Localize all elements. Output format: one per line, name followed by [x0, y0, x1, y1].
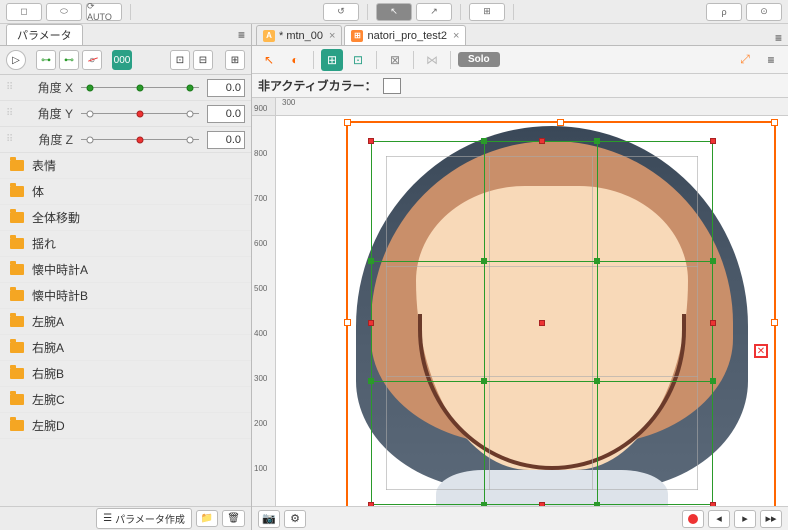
tab-menu-icon[interactable]: ≡ — [769, 31, 788, 45]
inactive-color-bar: 非アクティブカラー： — [252, 74, 788, 98]
toolbar-icon[interactable]: ⊟ — [193, 50, 213, 70]
folder-button[interactable]: 📁 — [196, 510, 218, 527]
param-slider[interactable] — [77, 80, 203, 96]
canvas-panel: A * mtn_00 × ⊞ natori_pro_test2 × ≡ ↖ ◐ … — [252, 24, 788, 530]
folder-icon — [10, 160, 24, 171]
folder-icon — [10, 420, 24, 431]
ruler-horizontal: 300 — [276, 98, 788, 116]
param-value-input[interactable]: 0.0 — [207, 131, 245, 149]
folder-item[interactable]: 懐中時計B — [0, 283, 251, 309]
play-icon[interactable]: ▸ — [734, 510, 756, 528]
solo-button[interactable]: Solo — [458, 52, 500, 67]
folder-item[interactable]: 全体移動 — [0, 205, 251, 231]
tab-bar: A * mtn_00 × ⊞ natori_pro_test2 × ≡ — [252, 24, 788, 46]
toolbar-button[interactable]: ρ — [706, 3, 742, 21]
record-button[interactable] — [682, 510, 704, 528]
grip-icon: ⠿ — [6, 108, 14, 119]
folder-icon — [10, 186, 24, 197]
menu-icon[interactable]: ≡ — [760, 49, 782, 71]
auto-button[interactable]: ⟳ AUTO — [86, 3, 122, 21]
create-parameter-button[interactable]: ☰ パラメータ作成 — [96, 508, 192, 529]
param-slider[interactable] — [77, 106, 203, 122]
toolbar-button[interactable]: ⬭ — [46, 3, 82, 21]
ruler-vertical: 900 800 700 600 500 400 300 200 100 0 — [252, 116, 276, 530]
close-icon[interactable]: × — [329, 30, 335, 42]
panel-menu-icon[interactable]: ≡ — [238, 28, 245, 42]
folder-item[interactable]: 右腕B — [0, 361, 251, 387]
delete-button[interactable]: 🗑 — [222, 510, 245, 527]
folder-icon — [10, 290, 24, 301]
folder-icon — [10, 316, 24, 327]
inactive-color-label: 非アクティブカラー： — [258, 77, 377, 94]
folder-icon — [10, 264, 24, 275]
param-value-input[interactable]: 0.0 — [207, 79, 245, 97]
canvas-bottom-bar: 📷 ⚙ ◂ ▸ ▸▸ — [252, 506, 788, 530]
folder-icon — [10, 238, 24, 249]
folder-icon — [10, 394, 24, 405]
toolbar-button[interactable]: ↺ — [323, 3, 359, 21]
key-remove-icon[interactable]: ○ — [82, 50, 102, 70]
delete-handle-icon[interactable]: ✕ — [754, 344, 768, 358]
prev-icon[interactable]: ◂ — [708, 510, 730, 528]
settings-icon[interactable]: ⚙ — [284, 510, 306, 528]
deformer-grid[interactable] — [371, 141, 713, 505]
canvas-area[interactable]: 300 900 800 700 600 500 400 300 200 100 … — [252, 98, 788, 530]
toolbar-icon[interactable]: ⊞ — [225, 50, 245, 70]
folder-item[interactable]: 揺れ — [0, 231, 251, 257]
panel-title[interactable]: パラメータ — [6, 24, 83, 45]
resize-icon[interactable]: ⤢ — [734, 49, 756, 71]
param-row-angle-x[interactable]: ⠿ 角度 X 0.0 — [0, 75, 251, 101]
file-type-icon: ⊞ — [351, 30, 363, 42]
folder-item[interactable]: 体 — [0, 179, 251, 205]
next-icon[interactable]: ▸▸ — [760, 510, 782, 528]
grid-tool-icon[interactable]: ⊞ — [321, 49, 343, 71]
deform-icon[interactable]: ⊠ — [384, 49, 406, 71]
folder-icon — [10, 212, 24, 223]
folder-item[interactable]: 左腕A — [0, 309, 251, 335]
folder-icon — [10, 342, 24, 353]
camera-icon[interactable]: 📷 — [258, 510, 280, 528]
canvas-toolbar: ↖ ◐ ⊞ ⊡ ⊠ ⋈ Solo ⤢ ≡ — [252, 46, 788, 74]
file-tab[interactable]: A * mtn_00 × — [256, 25, 342, 45]
toolbar-button[interactable]: ◻ — [6, 3, 42, 21]
parameter-panel: パラメータ ≡ ▷ ⊶ ⊷ ○ 000 ⊡ ⊟ ⊞ ⠿ 角度 X — [0, 24, 252, 530]
folder-list: 表情 体 全体移動 揺れ 懐中時計A 懐中時計B 左腕A 右腕A 右腕B 左腕C… — [0, 153, 251, 506]
folder-item[interactable]: 左腕D — [0, 413, 251, 439]
grip-icon: ⠿ — [6, 134, 14, 145]
parameter-footer: ☰ パラメータ作成 📁 🗑 — [0, 506, 251, 530]
param-slider[interactable] — [77, 132, 203, 148]
toolbar-button[interactable]: ⊙ — [746, 3, 782, 21]
viewport[interactable]: ✕ — [276, 116, 788, 530]
file-tab-active[interactable]: ⊞ natori_pro_test2 × — [344, 25, 466, 45]
app-toolbar: ◻ ⬭ ⟳ AUTO ↺ ↖ ↗ ⊞ ρ ⊙ — [0, 0, 788, 24]
file-type-icon: A — [263, 30, 275, 42]
grid-tool-icon[interactable]: ⊡ — [347, 49, 369, 71]
folder-item[interactable]: 懐中時計A — [0, 257, 251, 283]
play-button[interactable]: ▷ — [6, 50, 26, 70]
param-value-input[interactable]: 0.0 — [207, 105, 245, 123]
color-swatch[interactable] — [383, 78, 401, 94]
toolbar-icon[interactable]: ⊡ — [170, 50, 190, 70]
param-label: 角度 Y — [18, 105, 73, 122]
folder-item[interactable]: 左腕C — [0, 387, 251, 413]
cursor-tool-icon[interactable]: ↖ — [376, 3, 412, 21]
close-icon[interactable]: × — [453, 30, 459, 42]
param-row-angle-z[interactable]: ⠿ 角度 Z 0.0 — [0, 127, 251, 153]
toolbar-button[interactable]: ⊞ — [469, 3, 505, 21]
key-add-icon[interactable]: ⊷ — [59, 50, 79, 70]
toolbar-button[interactable]: ↗ — [416, 3, 452, 21]
key-add-icon[interactable]: ⊶ — [36, 50, 56, 70]
param-row-angle-y[interactable]: ⠿ 角度 Y 0.0 — [0, 101, 251, 127]
lasso-tool-icon[interactable]: ◐ — [284, 49, 306, 71]
toolbar-icon[interactable]: 000 — [112, 50, 132, 70]
arrow-tool-icon[interactable]: ↖ — [258, 49, 280, 71]
folder-item[interactable]: 表情 — [0, 153, 251, 179]
folder-icon — [10, 368, 24, 379]
folder-item[interactable]: 右腕A — [0, 335, 251, 361]
parameter-toolbar: ▷ ⊶ ⊷ ○ 000 ⊡ ⊟ ⊞ — [0, 46, 251, 75]
grip-icon: ⠿ — [6, 82, 14, 93]
glue-icon[interactable]: ⋈ — [421, 49, 443, 71]
param-label: 角度 X — [18, 79, 73, 96]
param-label: 角度 Z — [18, 131, 73, 148]
